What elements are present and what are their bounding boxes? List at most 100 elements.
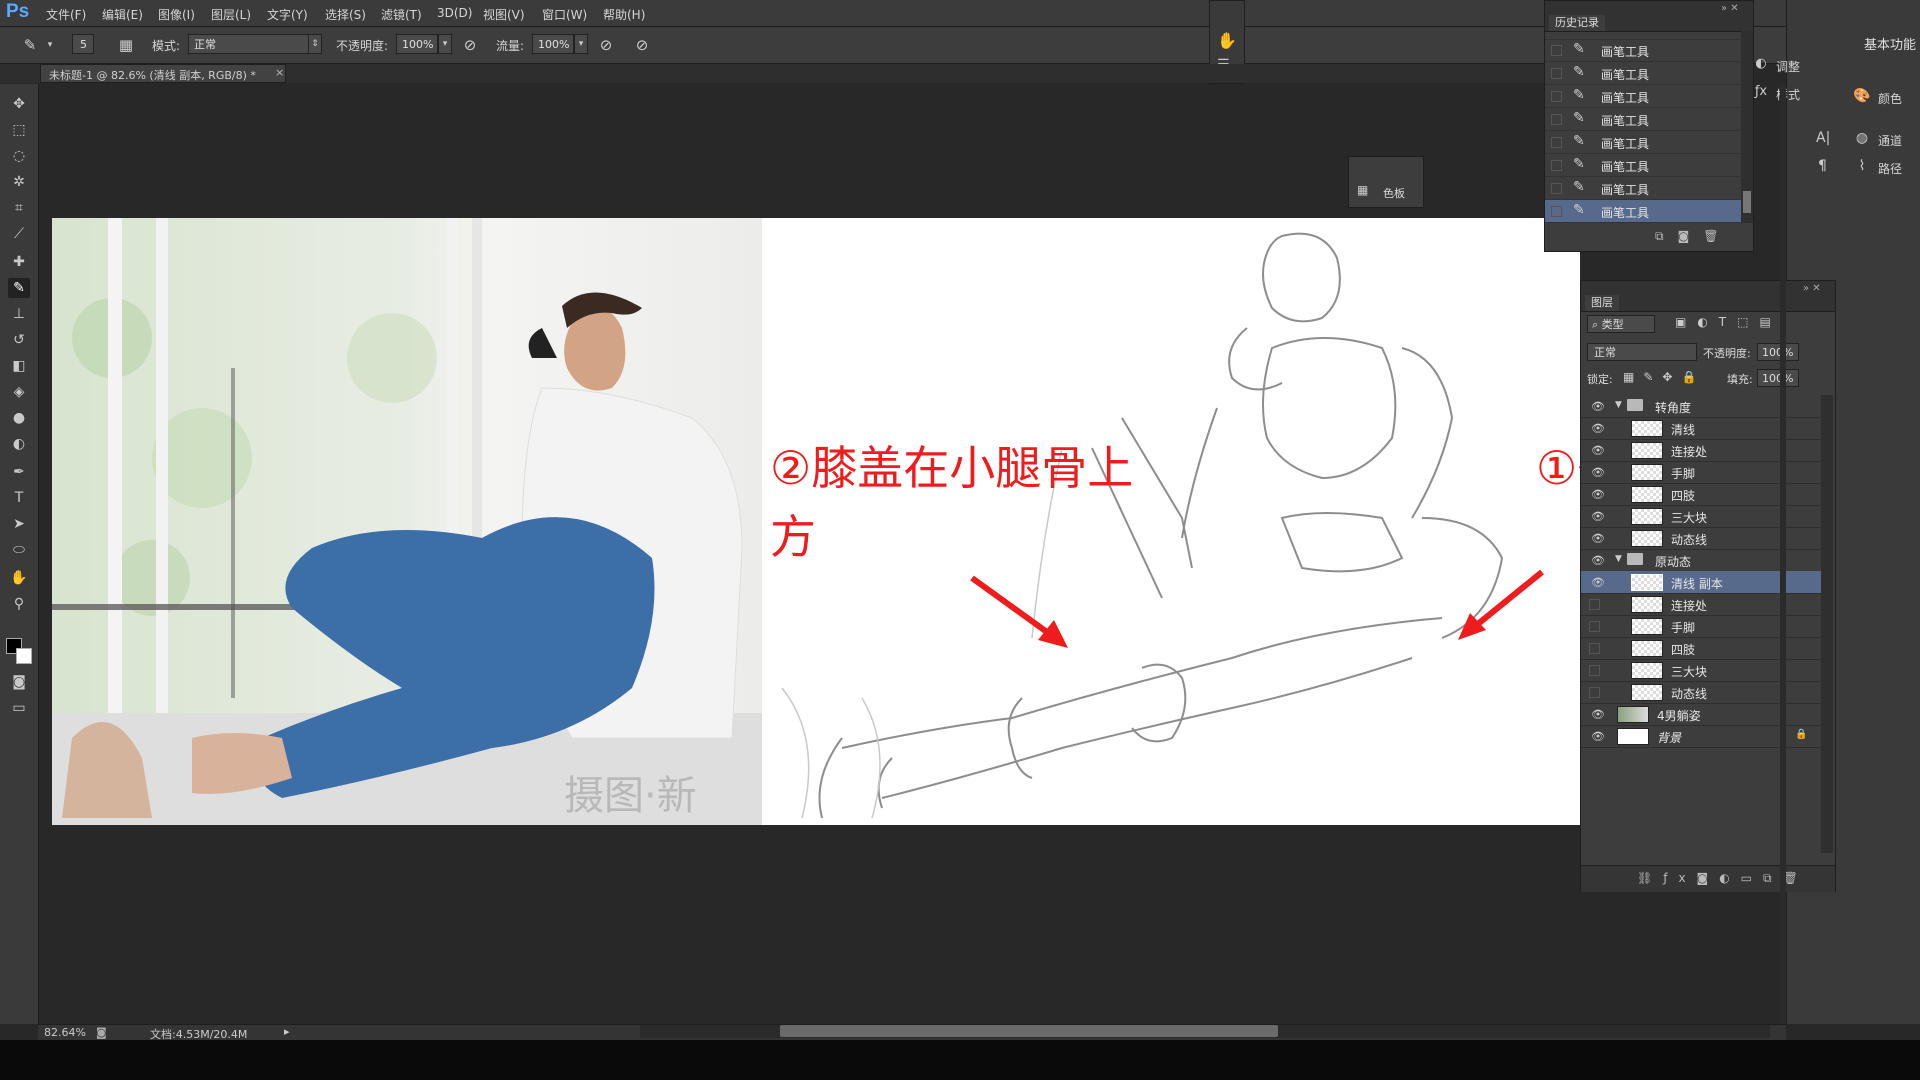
paths-panel-button[interactable]: ⌇ 路径 (1852, 154, 1918, 182)
chevron-down-icon[interactable]: ▾ (40, 35, 60, 55)
history-row[interactable]: ✎ 画笔工具 (1545, 39, 1741, 62)
type-tool-icon[interactable]: T (8, 488, 30, 508)
channels-panel-button[interactable]: ◍ 通道 (1852, 126, 1918, 154)
menu-select[interactable]: 选择(S) (325, 6, 366, 23)
status-menu-arrow-icon[interactable]: ▸ (284, 1025, 290, 1038)
visibility-toggle[interactable] (1589, 621, 1600, 632)
eye-icon[interactable]: 👁 (1591, 444, 1605, 457)
pressure-size-icon[interactable]: ⊘ (632, 35, 652, 55)
history-snapshot-box[interactable] (1551, 45, 1562, 56)
history-snapshot-box[interactable] (1551, 68, 1562, 79)
scroll-thumb[interactable] (780, 1025, 1278, 1037)
close-icon[interactable]: × (275, 66, 284, 79)
eye-icon[interactable]: 👁 (1591, 730, 1605, 743)
layer-row[interactable]: 👁 三大块 (1581, 505, 1823, 528)
layer-group-row[interactable]: 👁 ▼ 转角度 (1581, 395, 1823, 418)
history-snapshot-box[interactable] (1551, 91, 1562, 102)
layer-row[interactable]: 👁 4男躺姿 (1581, 703, 1823, 726)
expand-arrow-icon[interactable]: ▼ (1615, 554, 1622, 564)
close-icon[interactable]: » ✕ (1803, 283, 1821, 294)
layer-row[interactable]: 连接处 (1581, 593, 1823, 616)
eye-icon[interactable]: 👁 (1591, 466, 1605, 479)
layer-row[interactable]: 👁 连接处 (1581, 439, 1823, 462)
history-snapshot-box[interactable] (1551, 160, 1562, 171)
layer-row[interactable]: 👁 手脚 (1581, 461, 1823, 484)
color-panel-button[interactable]: 🎨 颜色 (1852, 84, 1918, 112)
layer-row[interactable]: 👁 清线 (1581, 417, 1823, 440)
zoom-level[interactable]: 82.64% (44, 1026, 86, 1039)
menu-help[interactable]: 帮助(H) (603, 6, 645, 23)
history-brush-icon[interactable]: ↺ (8, 330, 30, 350)
workspace-switcher[interactable]: 基本功能 (1756, 34, 1916, 56)
pen-tool-icon[interactable]: ✒ (8, 462, 30, 482)
menu-filter[interactable]: 滤镜(T) (381, 6, 422, 23)
history-tab[interactable]: 历史记录 (1549, 15, 1605, 31)
visibility-toggle[interactable] (1589, 643, 1600, 654)
airbrush-icon[interactable]: ⊘ (596, 35, 616, 55)
chevron-down-icon[interactable]: ▾ (438, 34, 452, 54)
layer-row[interactable]: 👁 四肢 (1581, 483, 1823, 506)
history-row[interactable]: ✎ 画笔工具 (1545, 154, 1741, 177)
path-selection-icon[interactable]: ➤ (8, 514, 30, 534)
blur-tool-icon[interactable]: ● (8, 408, 30, 428)
layer-row[interactable]: 👁 背景 🔒 (1581, 725, 1823, 748)
brush-tool-icon[interactable]: ✎ (8, 278, 30, 298)
history-row-selected[interactable]: ✎ 画笔工具 (1545, 200, 1741, 223)
quick-mask-icon[interactable]: ◙ (8, 672, 30, 692)
clone-stamp-icon[interactable]: ⊥ (8, 304, 30, 324)
screen-mode-icon[interactable]: ▭ (8, 698, 30, 718)
character-icon[interactable]: A| (1816, 130, 1830, 146)
lasso-tool-icon[interactable]: ◌ (8, 146, 30, 166)
eye-icon[interactable]: 👁 (1591, 488, 1605, 501)
eye-icon[interactable]: 👁 (1591, 400, 1605, 413)
brush-size-field[interactable]: 5 (72, 34, 94, 54)
menu-file[interactable]: 文件(F) (46, 6, 86, 23)
menu-layer[interactable]: 图层(L) (211, 6, 251, 23)
history-snapshot-box[interactable] (1551, 183, 1562, 194)
layer-filter-select[interactable]: ⌕ 类型 (1587, 315, 1655, 333)
history-snapshot-box[interactable] (1551, 206, 1562, 217)
vertical-scrollbar[interactable] (1780, 84, 1786, 1024)
healing-brush-icon[interactable]: ✚ (8, 252, 30, 272)
layer-row[interactable]: 动态线 (1581, 681, 1823, 704)
eye-icon[interactable]: 👁 (1591, 576, 1605, 589)
visibility-toggle[interactable] (1589, 599, 1600, 610)
paint-bucket-icon[interactable]: ◈ (8, 382, 30, 402)
history-footer-icons[interactable]: ⧉◙🗑 (1655, 229, 1732, 244)
eye-icon[interactable]: 👁 (1591, 708, 1605, 721)
crop-tool-icon[interactable]: ⌗ (8, 198, 30, 218)
menu-image[interactable]: 图像(I) (158, 6, 195, 23)
eye-icon[interactable]: 👁 (1591, 554, 1605, 567)
layer-row[interactable]: 👁 动态线 (1581, 527, 1823, 550)
layer-row[interactable]: 三大块 (1581, 659, 1823, 682)
eraser-icon[interactable]: ◧ (8, 356, 30, 376)
eye-icon[interactable]: 👁 (1591, 510, 1605, 523)
marquee-tool-icon[interactable]: ⬚ (8, 120, 30, 140)
magic-wand-icon[interactable]: ✲ (8, 172, 30, 192)
menu-view[interactable]: 视图(V) (483, 6, 525, 23)
hand-tool-icon[interactable]: ✋ (8, 568, 30, 588)
expand-arrow-icon[interactable]: ▼ (1615, 400, 1622, 410)
history-row[interactable]: ✎ 画笔工具 (1545, 85, 1741, 108)
document-canvas[interactable]: 摄图·新 ②膝盖在小腿骨上 方 ① (52, 218, 1580, 825)
eyedropper-icon[interactable]: ⟋ (8, 224, 30, 244)
history-row[interactable]: ✎ 画笔工具 (1545, 108, 1741, 131)
eye-icon[interactable]: 👁 (1591, 532, 1605, 545)
layer-row[interactable]: 手脚 (1581, 615, 1823, 638)
lock-icons[interactable]: ▦✎✥🔒 (1623, 370, 1705, 384)
visibility-toggle[interactable] (1589, 687, 1600, 698)
chevron-down-icon[interactable]: ▾ (574, 34, 588, 54)
layers-tab[interactable]: 图层 (1585, 295, 1619, 311)
pressure-opacity-icon[interactable]: ⊘ (460, 35, 480, 55)
chevron-down-icon[interactable]: ⇕ (308, 34, 322, 54)
zoom-tool-icon[interactable]: ⚲ (8, 594, 30, 614)
adjustments-panel-button[interactable]: ◐ 调整 (1752, 54, 1812, 78)
scroll-thumb[interactable] (1743, 191, 1751, 213)
layers-opacity-field[interactable]: 100% (1757, 343, 1799, 361)
history-snapshot-box[interactable] (1551, 114, 1562, 125)
menu-window[interactable]: 窗口(W) (542, 6, 587, 23)
paragraph-icon[interactable]: ¶ (1818, 158, 1827, 174)
menu-edit[interactable]: 编辑(E) (102, 6, 143, 23)
background-color-swatch[interactable] (16, 648, 32, 664)
brush-preset-icon[interactable]: ✎ (20, 35, 40, 55)
